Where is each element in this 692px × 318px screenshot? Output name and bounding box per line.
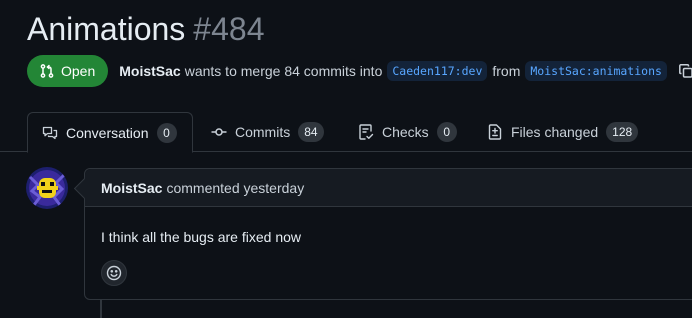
- copy-icon[interactable]: [678, 63, 692, 79]
- comment-header: MoistSac commented yesterday: [85, 169, 692, 207]
- tab-commits[interactable]: Commits 84: [211, 112, 324, 152]
- checklist-icon: [359, 124, 374, 140]
- head-branch[interactable]: MoistSac:animations: [525, 61, 667, 81]
- pr-number: #484: [193, 11, 265, 47]
- tab-files-changed-label: Files changed: [511, 124, 599, 140]
- add-reaction-button[interactable]: [101, 260, 127, 286]
- file-diff-icon: [488, 124, 502, 140]
- pr-tabs: Conversation 0 Commits 84 Checks 0 Files…: [0, 112, 692, 153]
- comment-discussion-icon: [42, 126, 58, 139]
- tab-files-changed-count: 128: [606, 122, 639, 142]
- from-text: from: [492, 63, 521, 79]
- comment-author-link[interactable]: MoistSac: [101, 180, 162, 196]
- smiley-icon: [106, 265, 122, 281]
- comment-timestamp: commented yesterday: [166, 179, 305, 196]
- pr-meta: Open MoistSac wants to merge 84 commits …: [27, 55, 692, 87]
- pr-title: Animations #484: [27, 9, 264, 49]
- timeline-line: [100, 300, 102, 318]
- tab-commits-count: 84: [298, 122, 324, 142]
- base-branch[interactable]: Caeden117:dev: [387, 61, 488, 81]
- tab-conversation-label: Conversation: [66, 124, 149, 141]
- git-pull-request-icon: [40, 64, 54, 78]
- tab-checks-count: 0: [436, 122, 457, 142]
- tab-files-changed[interactable]: Files changed 128: [487, 112, 639, 152]
- tab-commits-label: Commits: [235, 124, 291, 140]
- avatar[interactable]: [26, 167, 68, 209]
- tab-conversation[interactable]: Conversation 0: [27, 112, 193, 153]
- pr-title-text: Animations: [27, 11, 186, 47]
- state-badge: Open: [27, 55, 109, 87]
- git-commit-icon: [211, 128, 227, 136]
- comment-body: I think all the bugs are fixed now: [101, 229, 302, 245]
- tab-conversation-count: 0: [156, 122, 177, 143]
- comment-box: MoistSac commented yesterday I think all…: [73, 168, 692, 300]
- merge-text: wants to merge 84 commits into: [184, 63, 383, 79]
- pr-author-link[interactable]: MoistSac: [119, 63, 180, 79]
- tab-checks[interactable]: Checks 0: [358, 112, 457, 152]
- state-label: Open: [61, 63, 96, 79]
- tab-checks-label: Checks: [382, 124, 429, 140]
